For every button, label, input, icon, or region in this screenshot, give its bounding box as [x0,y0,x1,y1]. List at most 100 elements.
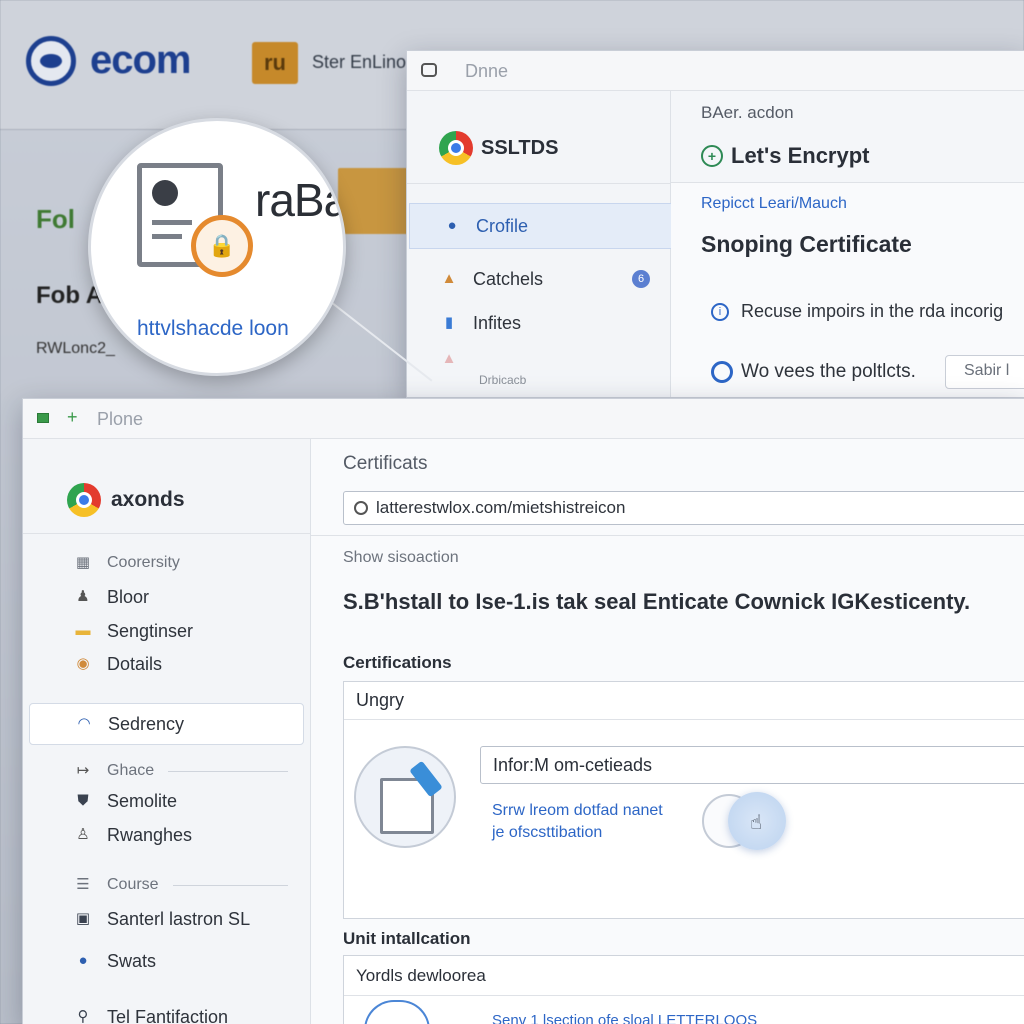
details-link-line-1: Srrw lreom dotfad nanet [492,802,663,819]
repicct-link[interactable]: Repicct Leari/Mauch [701,195,847,213]
sidebar-item-dotails[interactable]: ◉ Dotails [23,652,310,676]
shield-icon: ⛊ [77,792,89,809]
sidebar-section-ghace: ↦ Ghace [23,759,310,783]
sidebar-item-label: Tel Fantifaction [107,1006,229,1024]
sidebar-item-sedrency[interactable]: ◠ Sedrency [29,703,304,745]
lock-icon: ◠ [77,715,91,732]
badge-icon: ◉ [76,655,90,672]
lets-encrypt-title: + Let's Encrypt [701,143,870,169]
folder-icon: ▬ [75,622,91,639]
certifications-label: Certifications [343,653,452,672]
top-window-sidebar: SSLTDS ● Crofile ▲ Catchels 6 ▮ Infites … [407,91,672,397]
sidebar-footer: Drbicacb [479,373,527,387]
header-text: Ster EnLino [312,52,407,72]
info-text: Recuse impoirs in the rda incorig [741,301,1004,321]
details-link[interactable]: Srrw lreom dotfad nanet je ofscsttibatio… [492,800,663,844]
faded-icon: ▲ [441,350,457,367]
bottom-window-titlebar: + Plone [23,399,1024,439]
sidebar-item-label: Infites [473,312,522,333]
sidebar-divider [407,183,670,184]
header-badge: ru [252,42,298,84]
unit-installation-label: Unit intallcation [343,929,471,948]
sidebar-item-infites[interactable]: ▮ Infites [407,305,670,341]
top-window-brand: SSLTDS [439,131,558,165]
details-link-line-2: je ofscsttibation [492,824,603,841]
sidebar-section-label: Ghace [107,762,155,779]
top-window: Dnne SSLTDS ● Crofile ▲ Catchels 6 ▮ Inf… [406,50,1024,398]
bottom-window-title: Plone [97,409,144,429]
sidebar-item-swats[interactable]: ● Swats [23,949,310,973]
cert-icon: ▣ [75,910,91,927]
page-title: Certificats [343,453,428,474]
sidebar-item-bloor[interactable]: ♟ Bloor [23,585,310,609]
bottom-window-main: Certificats latterestwlox.com/mietshistr… [311,439,1024,1024]
sidebar-item-label: Sengtinser [107,620,194,641]
certifications-panel: Ungry Infor:M om-cetieads Srrw lreom dot… [343,681,1024,919]
chart-icon: ▮ [444,314,454,331]
search-icon [354,501,368,515]
background-orange-block [338,168,408,234]
list-icon: ☰ [76,876,90,893]
installation-panel-header: Yordls dewloorea [344,956,1024,996]
sidebar-item-fantifaction[interactable]: ⚲ Tel Fantifaction [23,1005,310,1024]
cloud-icon [364,1000,430,1024]
sidebar-item-catchels[interactable]: ▲ Catchels 6 [407,261,670,297]
magnified-text: raBa [255,174,346,226]
top-window-heading: Snoping Certificate [701,231,912,257]
search-row[interactable]: Wo vees the poltlcts. [711,361,916,383]
top-window-main-header: BAer. acdon + Let's Encrypt [671,91,1024,183]
brand-name: ecom [90,38,191,82]
installation-panel: Yordls dewloorea Senv 1 lsection ofe slo… [343,955,1024,1024]
info-row: i Recuse impoirs in the rda incorig [711,301,1003,322]
top-window-titlebar: Dnne [407,51,1024,91]
brand-logo-icon [26,36,76,86]
main-headline: S.B'hstall to Ise-1.is tak seal Enticate… [343,589,971,614]
top-window-title: Dnne [465,61,509,81]
search-text: Wo vees the poltlcts. [741,361,916,382]
sidebar-item-semolite[interactable]: ⛊ Semolite [23,789,310,813]
sidebar-item-santerl[interactable]: ▣ Santerl lastron SL [23,907,310,931]
sidebar-section-course: ☰ Course [23,873,310,897]
sidebar-item-label: Catchels [473,268,544,289]
sidebar-item-rwanghes[interactable]: ♙ Rwanghes [23,823,310,847]
sidebar-item-coorersity[interactable]: ▦ Coorersity [23,551,310,575]
sidebar-section-label: Course [107,876,159,893]
section-rule [172,884,288,886]
bottom-window-sidebar: axonds ▦ Coorersity ♟ Bloor ▬ Sengtinser… [23,439,311,1024]
sidebar-item-label: Dotails [107,653,163,674]
arrow-icon: ↦ [76,762,90,779]
plus-icon[interactable]: + [67,407,78,428]
background-small-text: RWLonc2_ [36,340,115,357]
certificate-seal-icon: 🔒 [191,215,253,277]
sidebar-item-crofile[interactable]: ● Crofile [409,203,672,249]
sidebar-item-faded[interactable]: ▲ [407,345,670,373]
sidebar-item-label: Semolite [107,790,178,811]
plus-circle-icon: + [701,145,723,167]
panel-header: Ungry [344,682,1024,720]
search-icon: ⚲ [77,1008,89,1024]
sidebar-item-label: Bloor [107,586,150,607]
url-text: latterestwlox.com/mietshistreicon [376,498,626,517]
info-input[interactable]: Infor:M om-cetieads [480,746,1024,784]
sidebar-item-label: Coorersity [107,554,180,571]
url-input[interactable]: latterestwlox.com/mietshistreicon [343,491,1024,525]
sidebar-item-label: Crofile [476,215,529,236]
window-control-icon[interactable] [421,63,437,77]
show-link[interactable]: Show sisoaction [343,549,459,567]
sabir-button[interactable]: Sabir l [945,355,1024,389]
grid-icon: ▦ [75,554,91,571]
browser-logo-icon [67,483,101,517]
certificate-illustration-icon [354,746,456,848]
main-divider [311,535,1024,536]
magnifier-callout: 🔒 raBa httvlshacde loon [88,118,346,376]
sidebar-divider [23,533,310,534]
magnified-link[interactable]: httvlshacde loon [137,317,289,341]
people-icon: ▲ [441,270,457,287]
bottom-window-brand: axonds [67,483,185,517]
toggle-control[interactable]: ☝ [702,792,798,850]
installation-text: Senv 1 lsection ofe sloal LETTERLOOS [492,1012,758,1024]
window-control-icon[interactable] [37,413,49,423]
background-heading: Fol [36,204,75,234]
browser-logo-icon [439,131,473,165]
sidebar-item-sengtinser[interactable]: ▬ Sengtinser [23,619,310,643]
